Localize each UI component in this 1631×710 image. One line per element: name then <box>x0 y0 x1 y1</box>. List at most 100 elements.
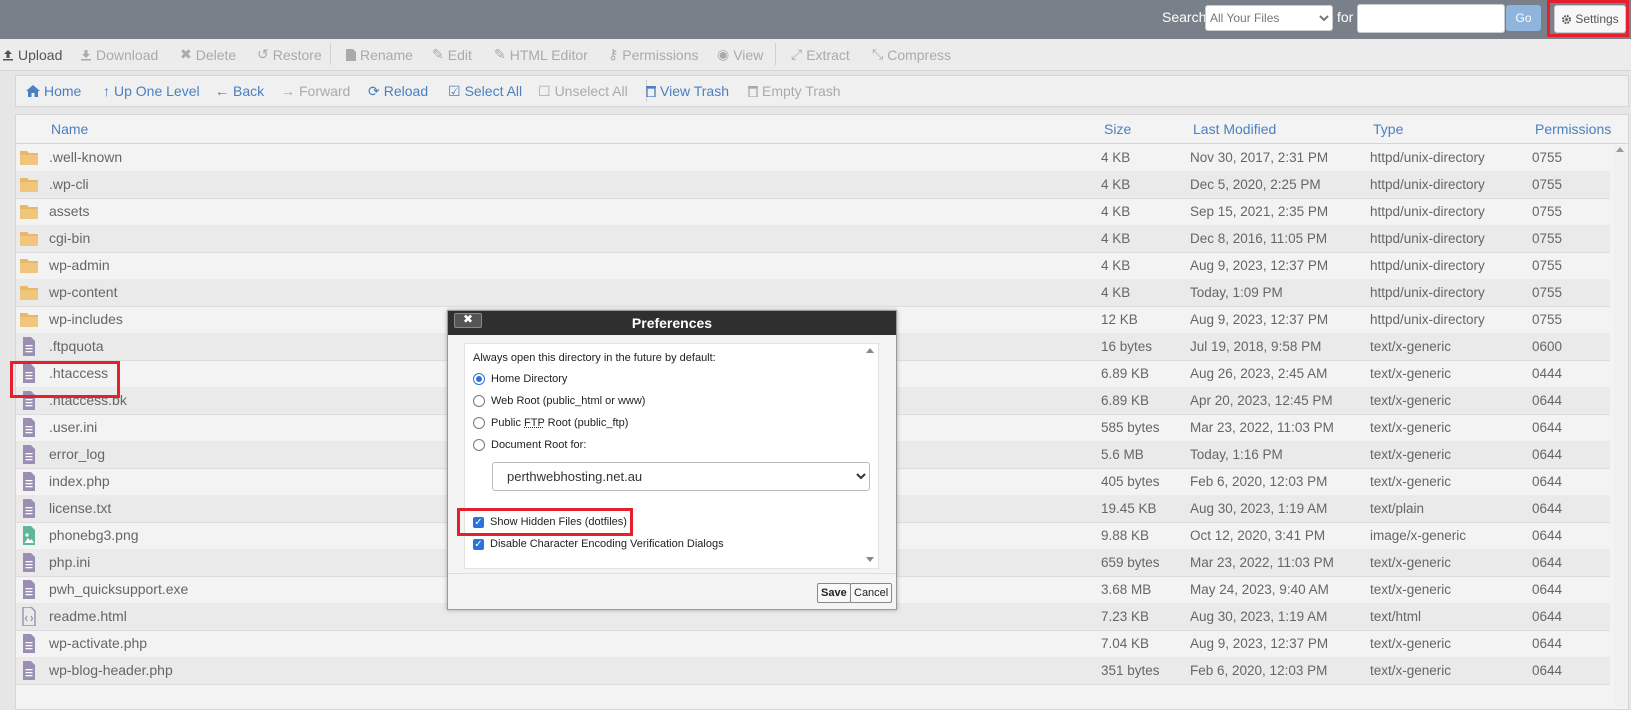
file-name[interactable]: license.txt <box>49 495 111 522</box>
table-row[interactable]: wp-admin 4 KB Aug 9, 2023, 12:37 PM httpd/u… <box>16 252 1610 280</box>
file-last-modified: Aug 9, 2023, 12:37 PM <box>1190 258 1329 273</box>
html-editor-button[interactable]: ✎ HTML Editor <box>494 39 588 70</box>
file-name[interactable]: cgi-bin <box>49 225 90 252</box>
for-label: for <box>1337 9 1354 25</box>
file-icon[interactable] <box>19 661 39 680</box>
table-row[interactable]: assets 4 KB Sep 15, 2021, 2:35 PM httpd/uni… <box>16 198 1610 226</box>
column-header-name[interactable]: Name <box>51 115 88 143</box>
column-header-type[interactable]: Type <box>1373 115 1403 143</box>
folder-icon[interactable] <box>19 256 39 275</box>
folder-icon[interactable] <box>19 175 39 194</box>
image-file-icon[interactable] <box>19 526 39 545</box>
permissions-button[interactable]: ⚷ Permissions <box>608 39 699 70</box>
file-name[interactable]: .wp-cli <box>49 171 89 198</box>
column-header-size[interactable]: Size <box>1104 115 1131 143</box>
file-icon[interactable] <box>19 445 39 464</box>
home-button[interactable]: Home <box>26 76 81 106</box>
forward-button[interactable]: → Forward <box>281 76 350 106</box>
file-icon[interactable] <box>19 337 39 356</box>
checkbox-checked-icon[interactable]: ✓ <box>473 538 484 550</box>
file-name[interactable]: wp-content <box>49 279 117 306</box>
restore-button[interactable]: ↺ Restore <box>257 39 322 70</box>
table-row[interactable]: .wp-cli 4 KB Dec 5, 2020, 2:25 PM httpd/uni… <box>16 171 1610 199</box>
document-root-domain-select[interactable]: perthwebhosting.net.au <box>492 462 870 491</box>
radio-icon[interactable] <box>473 395 485 407</box>
scroll-down-icon[interactable] <box>866 557 874 562</box>
reload-button[interactable]: ⟳ Reload <box>368 76 428 106</box>
folder-icon[interactable] <box>19 202 39 221</box>
file-name[interactable]: wp-blog-header.php <box>49 657 173 684</box>
trash-icon <box>646 86 656 97</box>
table-row[interactable]: wp-activate.php 7.04 KB Aug 9, 2023, 12:37… <box>16 630 1610 658</box>
radio-web-root[interactable]: Web Root (public_html or www) <box>473 395 645 407</box>
folder-icon[interactable] <box>19 310 39 329</box>
file-name[interactable]: phonebg3.png <box>49 522 139 549</box>
view-button[interactable]: ◉ View <box>717 39 763 70</box>
view-trash-button[interactable]: View Trash <box>646 76 729 106</box>
file-name[interactable]: pwh_quicksupport.exe <box>49 576 188 603</box>
radio-document-root[interactable]: Document Root for: <box>473 439 586 451</box>
file-name[interactable]: wp-admin <box>49 252 110 279</box>
file-icon[interactable] <box>19 553 39 572</box>
delete-button[interactable]: ✖ Delete <box>180 39 236 70</box>
file-permissions: 0755 <box>1532 258 1563 273</box>
file-name[interactable]: error_log <box>49 441 105 468</box>
download-button[interactable]: Download <box>80 39 158 70</box>
file-icon[interactable] <box>19 580 39 599</box>
folder-icon[interactable] <box>19 229 39 248</box>
table-scrollbar[interactable] <box>1614 145 1626 707</box>
folder-icon[interactable] <box>19 283 39 302</box>
dialog-scrollbar[interactable] <box>866 348 874 562</box>
folder-icon[interactable] <box>19 148 39 167</box>
file-name[interactable]: .user.ini <box>49 414 97 441</box>
extract-button[interactable]: ⤢ Extract <box>791 39 850 70</box>
radio-icon[interactable] <box>473 439 485 451</box>
file-icon[interactable] <box>19 472 39 491</box>
rename-button[interactable]: Rename <box>346 39 413 70</box>
radio-selected-icon[interactable] <box>473 373 485 385</box>
table-row[interactable]: wp-content 4 KB Today, 1:09 PM httpd/unix-d… <box>16 279 1610 307</box>
file-permissions: 0644 <box>1532 609 1563 624</box>
edit-button[interactable]: ✎ Edit <box>432 39 472 70</box>
dialog-close-button[interactable]: ✖ <box>454 313 482 328</box>
file-size: 405 bytes <box>1101 474 1160 489</box>
radio-icon[interactable] <box>473 417 485 429</box>
unselect-all-button[interactable]: ☐ Unselect All <box>538 76 628 106</box>
file-name[interactable]: wp-includes <box>49 306 123 333</box>
file-name[interactable]: readme.html <box>49 603 127 630</box>
scroll-up-icon[interactable] <box>1616 147 1624 152</box>
radio-home-directory[interactable]: Home Directory <box>473 373 567 385</box>
file-icon[interactable] <box>19 499 39 518</box>
radio-public-ftp-root[interactable]: Public FTP Root (public_ftp) <box>473 417 628 429</box>
go-button[interactable]: Go <box>1506 5 1541 31</box>
scroll-up-icon[interactable] <box>866 348 874 353</box>
select-all-button[interactable]: ☑ Select All <box>448 76 522 106</box>
save-button[interactable]: Save <box>817 583 851 603</box>
search-scope-select[interactable]: All Your Files <box>1205 5 1333 31</box>
file-name[interactable]: wp-activate.php <box>49 630 147 657</box>
file-name[interactable]: php.ini <box>49 549 90 576</box>
file-name[interactable]: .ftpquota <box>49 333 104 360</box>
reload-label: Reload <box>383 83 429 99</box>
search-input[interactable] <box>1357 4 1505 33</box>
column-header-permissions[interactable]: Permissions <box>1535 115 1611 143</box>
file-name[interactable]: .well-known <box>49 144 122 171</box>
file-icon[interactable] <box>19 418 39 437</box>
back-button[interactable]: ← Back <box>215 76 264 106</box>
html-file-icon[interactable] <box>19 606 39 627</box>
file-name[interactable]: index.php <box>49 468 110 495</box>
table-row[interactable]: wp-blog-header.php 351 bytes Feb 6, 2020, … <box>16 657 1610 685</box>
upload-button[interactable]: Upload <box>2 39 62 70</box>
radio-document-root-label: Document Root for: <box>491 439 587 451</box>
file-name[interactable]: assets <box>49 198 89 225</box>
cancel-button[interactable]: Cancel <box>850 583 893 603</box>
home-label: Home <box>44 83 82 99</box>
table-row[interactable]: .well-known 4 KB Nov 30, 2017, 2:31 PM http… <box>16 144 1610 172</box>
compress-button[interactable]: ⤡ Compress <box>872 39 951 70</box>
empty-trash-button[interactable]: Empty Trash <box>748 76 841 106</box>
disable-encoding-checkbox[interactable]: ✓ Disable Character Encoding Verificatio… <box>473 538 724 550</box>
column-header-last-modified[interactable]: Last Modified <box>1193 115 1276 143</box>
up-one-level-button[interactable]: ↑ Up One Level <box>103 76 200 106</box>
file-icon[interactable] <box>19 634 39 653</box>
table-row[interactable]: cgi-bin 4 KB Dec 8, 2016, 11:05 PM httpd/un… <box>16 225 1610 253</box>
